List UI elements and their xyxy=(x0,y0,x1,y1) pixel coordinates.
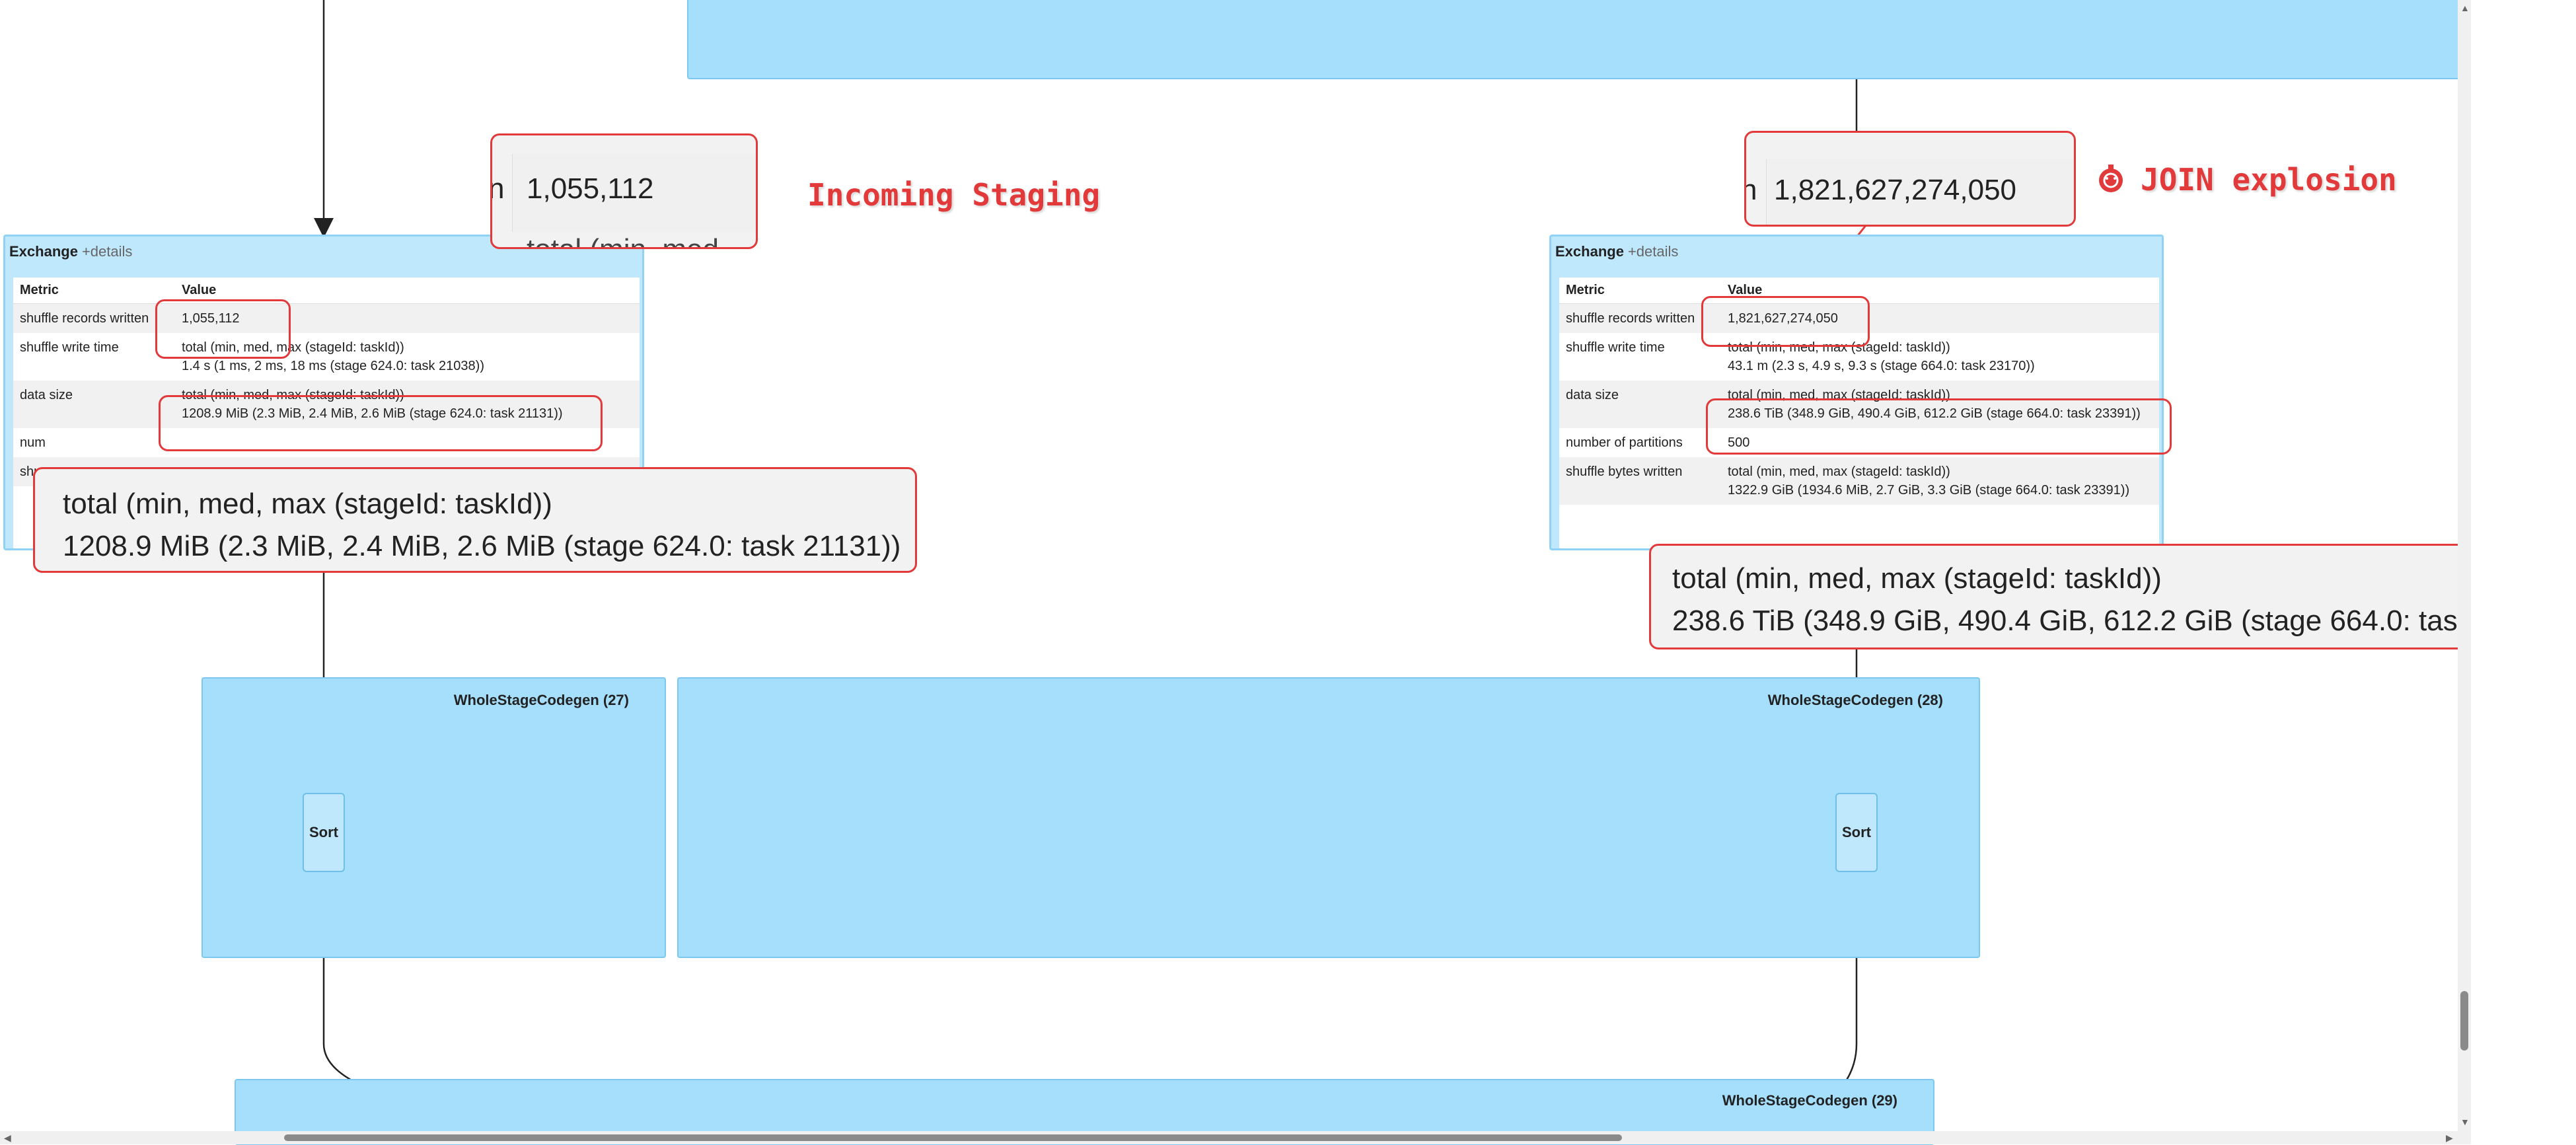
zoom-line-2: 1208.9 MiB (2.3 MiB, 2.4 MiB, 2.6 MiB (s… xyxy=(63,530,901,562)
sort-node-left[interactable]: Sort xyxy=(303,793,345,872)
bomb-icon xyxy=(2094,162,2127,195)
table-row: shuffle bytes written total (min, med, ma… xyxy=(1559,457,2159,505)
table-row: shuffle write time total (min, med, max (… xyxy=(20,340,484,373)
zoom-value: 1,055,112 xyxy=(527,172,654,205)
zoom-line-1: total (min, med, max (stageId: taskId)) xyxy=(63,488,552,520)
zoom-left-records: n 1,055,112 total (min, med xyxy=(490,133,758,249)
zoom-prefix: n xyxy=(492,172,504,205)
zoom-line-2: 238.6 TiB (348.9 GiB, 490.4 GiB, 612.2 G… xyxy=(1672,605,2576,637)
zoom-right-datasize: total (min, med, max (stageId: taskId)) … xyxy=(1649,544,2576,649)
metric-header: Metric xyxy=(1559,277,1721,304)
annotation-incoming-staging: Incoming Staging xyxy=(807,177,1101,213)
horizontal-scrollbar[interactable]: ◀ ▶ xyxy=(0,1131,2471,1144)
cluster-label: WholeStageCodegen (29) xyxy=(1722,1092,1897,1109)
scroll-right-arrow-icon[interactable]: ▶ xyxy=(2446,1132,2453,1144)
exchange-title: Exchange xyxy=(1555,243,1624,260)
details-link[interactable]: +details xyxy=(82,243,132,260)
cluster-label: WholeStageCodegen (28) xyxy=(1767,692,1943,708)
details-link[interactable]: +details xyxy=(1628,243,1678,260)
metric-header: Metric xyxy=(13,277,175,304)
cluster-wholestagecodegen-28[interactable]: WholeStageCodegen (28) xyxy=(677,677,1980,958)
vertical-scrollbar[interactable]: ▲ ▼ xyxy=(2458,0,2471,1131)
zoom-prefix: n xyxy=(1746,174,1757,207)
exchange-header: Exchange +details xyxy=(1555,243,1678,260)
highlight-left-datasize xyxy=(159,395,603,451)
zoom-right-records: n 1,821,627,274,050 xyxy=(1744,131,2076,227)
exchange-title: Exchange xyxy=(9,243,78,260)
zoom-underline-text: total (min, med xyxy=(527,233,719,247)
scroll-up-arrow-icon[interactable]: ▲ xyxy=(2460,3,2470,13)
sort-node-right[interactable]: Sort xyxy=(1835,793,1878,872)
cluster-label: WholeStageCodegen (27) xyxy=(453,692,629,708)
exchange-header: Exchange +details xyxy=(9,243,132,260)
annotation-join-explosion: JOIN explosion xyxy=(2141,162,2397,198)
scroll-left-arrow-icon[interactable]: ◀ xyxy=(4,1132,11,1144)
highlight-left-records xyxy=(155,299,291,359)
zoom-line-1: total (min, med, max (stageId: taskId)) xyxy=(1672,562,2162,595)
scroll-down-arrow-icon[interactable]: ▼ xyxy=(2460,1117,2470,1127)
horizontal-scroll-thumb[interactable] xyxy=(284,1134,1622,1141)
right-margin xyxy=(2471,0,2576,1144)
zoom-value: 1,821,627,274,050 xyxy=(1774,174,2017,206)
highlight-right-datasize xyxy=(1706,398,2172,455)
table-row: shuffle records written 1,055,112 xyxy=(13,303,640,333)
cluster-top xyxy=(687,0,2461,79)
exchange-node-right[interactable]: Exchange +details Metric Value shuffle rec… xyxy=(1549,235,2164,550)
zoom-left-datasize: total (min, med, max (stageId: taskId)) … xyxy=(33,467,917,573)
cluster-wholestagecodegen-27[interactable]: WholeStageCodegen (27) xyxy=(202,677,666,958)
vertical-scroll-thumb[interactable] xyxy=(2460,991,2468,1051)
highlight-right-records xyxy=(1701,296,1870,347)
